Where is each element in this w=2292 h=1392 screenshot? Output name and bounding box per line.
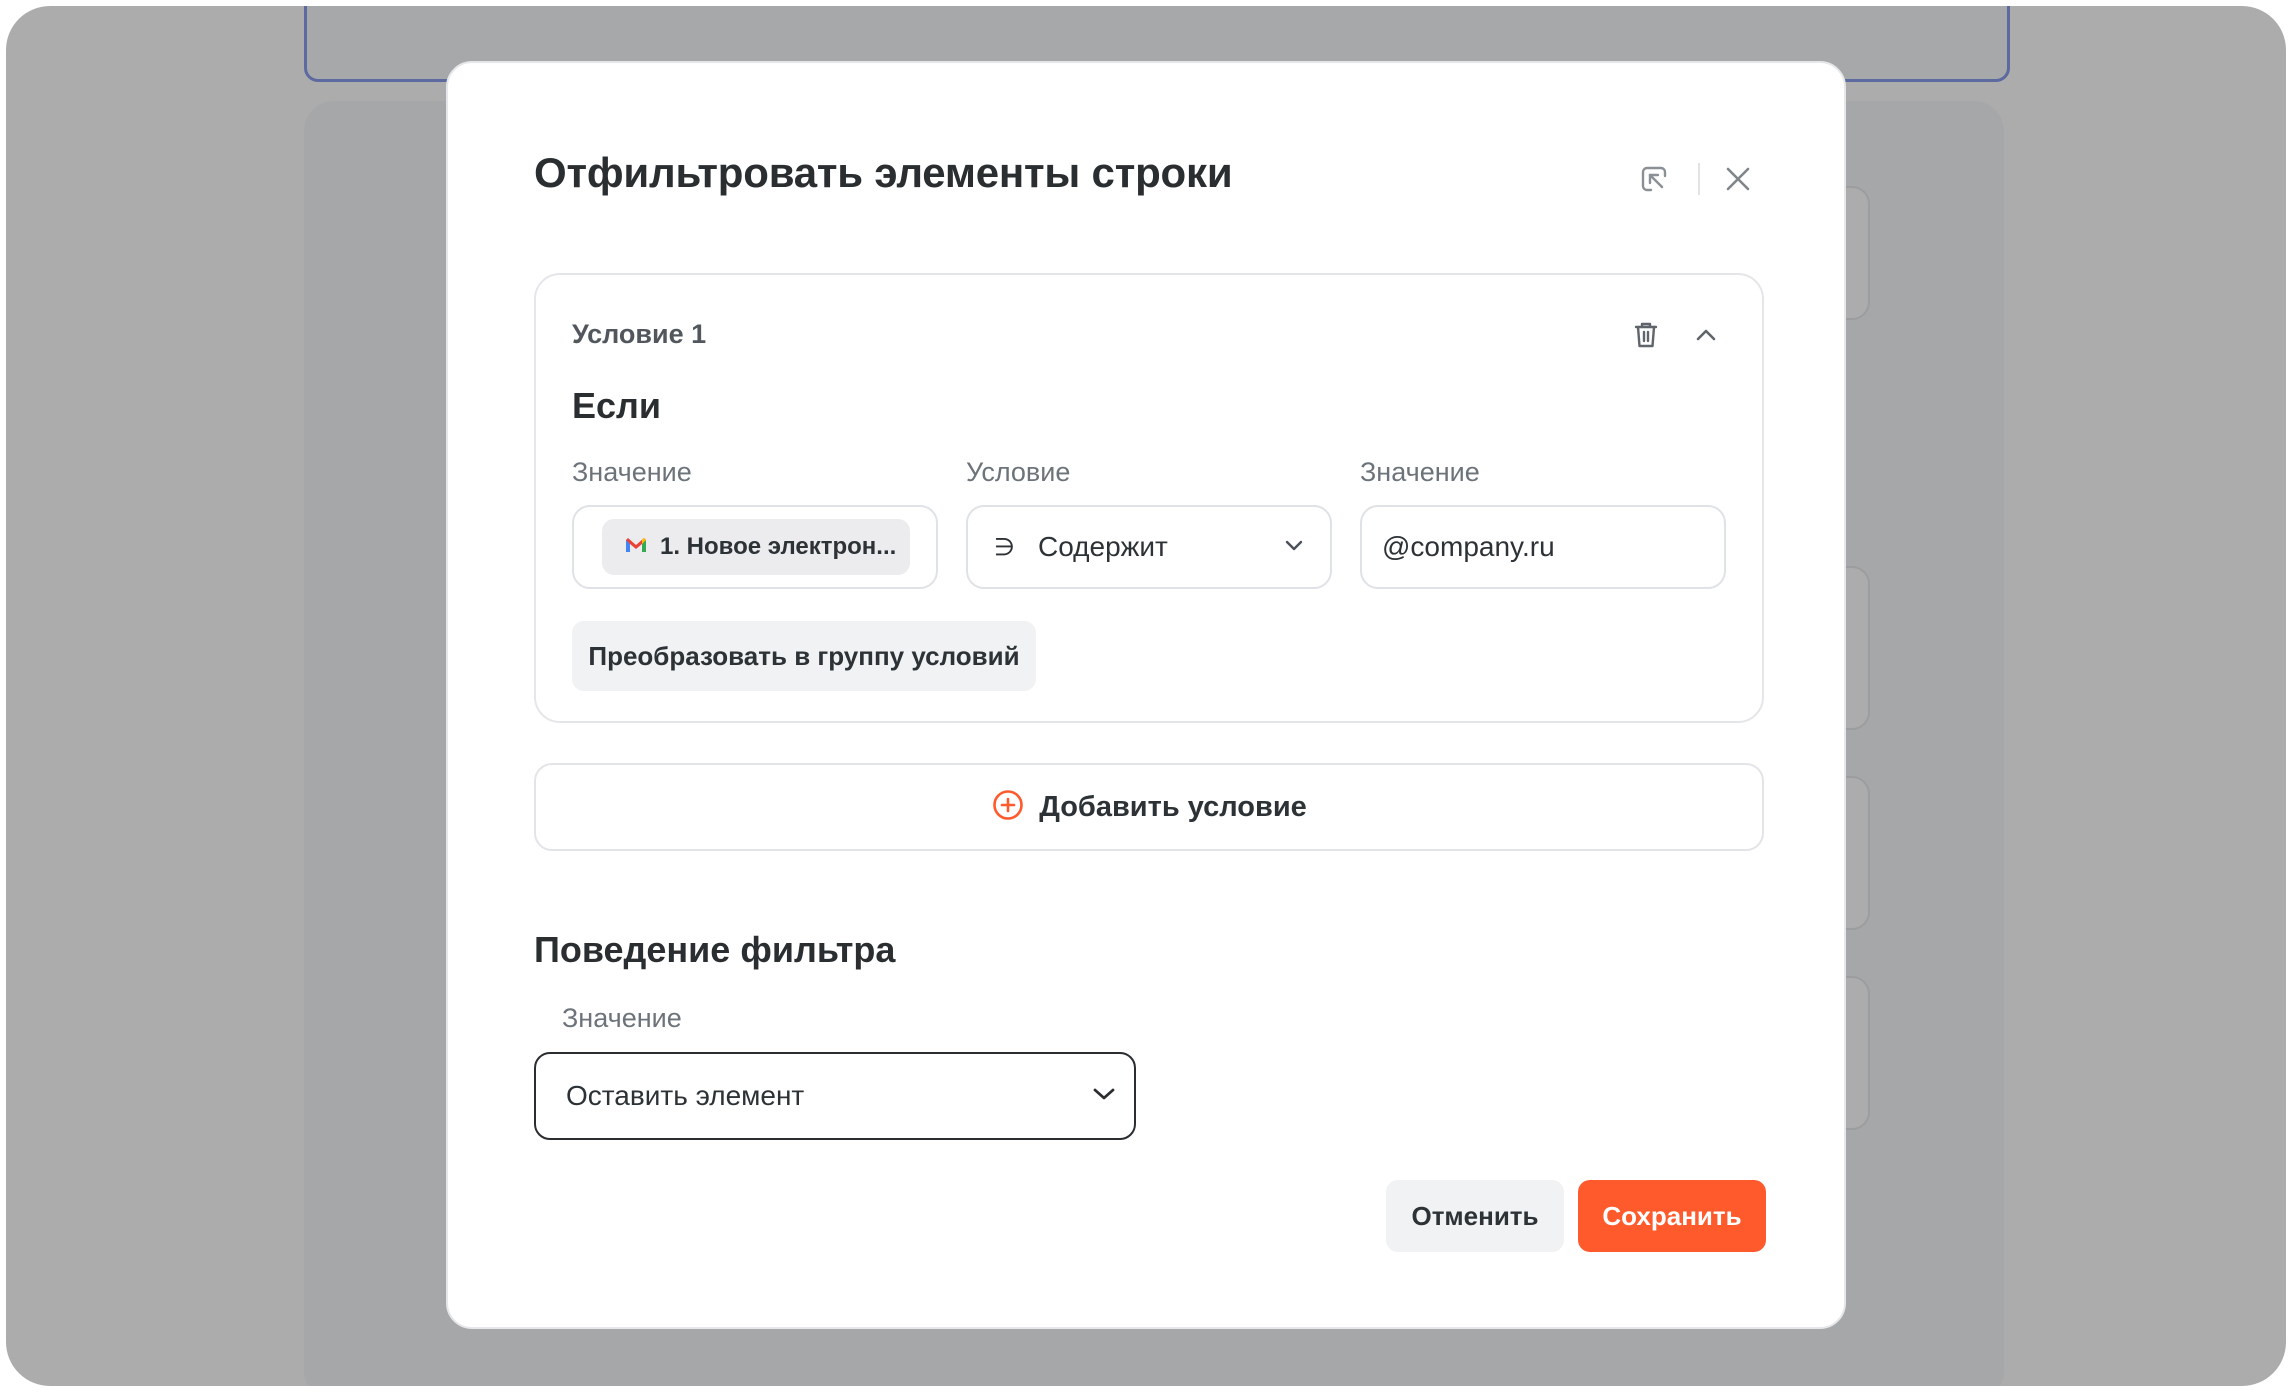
app-frame: Отфильтровать элементы строки Условие 1 <box>6 6 2286 1386</box>
gmail-icon <box>624 536 648 559</box>
value-field[interactable]: 1. Новое электрон... <box>572 505 938 589</box>
trash-icon[interactable] <box>1628 317 1664 353</box>
header-divider <box>1698 163 1700 195</box>
if-label: Если <box>572 385 662 426</box>
close-icon[interactable] <box>1718 159 1758 199</box>
modal-title: Отфильтровать элементы строки <box>534 149 1233 196</box>
compare-value-input[interactable]: @company.ru <box>1360 505 1726 589</box>
cancel-button[interactable]: Отменить <box>1386 1180 1564 1252</box>
chevron-down-icon <box>1092 1087 1116 1106</box>
value-field-label: Значение <box>572 457 692 487</box>
operator-field-label: Условие <box>966 457 1071 487</box>
behavior-select[interactable]: Оставить элемент <box>534 1052 1136 1140</box>
operator-select[interactable]: ∋ Содержит <box>966 505 1332 589</box>
compare-field-label: Значение <box>1360 457 1480 487</box>
value-chip[interactable]: 1. Новое электрон... <box>602 519 910 575</box>
condition-label: Условие 1 <box>572 319 707 349</box>
open-in-panel-icon[interactable] <box>1634 159 1674 199</box>
plus-circle-icon <box>991 788 1025 827</box>
add-condition-button[interactable]: Добавить условие <box>534 763 1764 851</box>
behavior-title: Поведение фильтра <box>534 929 896 970</box>
behavior-field-label: Значение <box>562 1003 682 1033</box>
chevron-down-icon <box>1284 538 1304 556</box>
filter-modal: Отфильтровать элементы строки Условие 1 <box>446 61 1846 1329</box>
value-chip-text: 1. Новое электрон... <box>660 533 897 560</box>
behavior-selected-value: Оставить элемент <box>566 1080 805 1111</box>
save-button[interactable]: Сохранить <box>1578 1180 1766 1252</box>
contains-operator-icon: ∋ <box>994 533 1015 561</box>
operator-selected-value: Содержит <box>1038 531 1168 562</box>
chevron-up-icon[interactable] <box>1688 317 1724 353</box>
convert-to-group-button[interactable]: Преобразовать в группу условий <box>572 621 1036 691</box>
condition-card: Условие 1 Если Значение Условие Значение <box>534 273 1764 723</box>
add-condition-label: Добавить условие <box>1039 790 1307 823</box>
compare-value-text: @company.ru <box>1382 531 1555 562</box>
